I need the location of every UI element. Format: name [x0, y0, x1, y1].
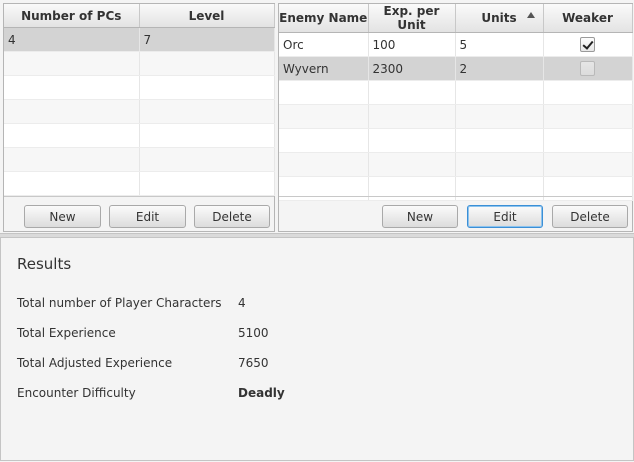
column-header-exp-per-unit[interactable]: Exp. per Unit [368, 4, 456, 33]
results-panel: Results Total number of Player Character… [0, 238, 634, 461]
tables-area: Number of PCs Level 4 7 New Edit Delete [0, 0, 634, 232]
empty-row [279, 128, 633, 153]
result-value: 4 [238, 296, 246, 310]
enemy-edit-button[interactable]: Edit [467, 205, 543, 228]
pcs-cell[interactable]: 4 [4, 27, 140, 52]
enemy-delete-button[interactable]: Delete [552, 205, 628, 228]
result-label: Total number of Player Characters [17, 296, 222, 310]
column-header-number-of-pcs[interactable]: Number of PCs [4, 4, 140, 28]
units-cell[interactable]: 2 [455, 56, 544, 81]
empty-row [279, 80, 633, 105]
result-label: Encounter Difficulty [17, 386, 136, 400]
weaker-checkbox[interactable] [580, 61, 595, 76]
column-header-enemy-name[interactable]: Enemy Name [279, 4, 369, 33]
empty-row [4, 99, 275, 124]
encounter-difficulty-value: Deadly [238, 386, 285, 400]
table-row[interactable]: Wyvern 2300 2 [279, 56, 633, 81]
weaker-checkbox[interactable] [580, 37, 595, 52]
weaker-cell [543, 32, 633, 57]
table-row[interactable]: 4 7 [4, 27, 275, 52]
pcs-new-button[interactable]: New [24, 205, 101, 228]
enemies-button-bar: New Edit Delete [279, 196, 632, 232]
result-value: 7650 [238, 356, 269, 370]
column-header-units-label: Units [481, 11, 517, 25]
enemy-name-cell[interactable]: Orc [279, 32, 369, 57]
column-header-level[interactable]: Level [139, 4, 275, 28]
empty-row [4, 123, 275, 148]
empty-row [4, 147, 275, 172]
level-cell[interactable]: 7 [139, 27, 275, 52]
empty-row [4, 51, 275, 76]
result-value: 5100 [238, 326, 269, 340]
pcs-edit-button[interactable]: Edit [109, 205, 186, 228]
pcs-pane: Number of PCs Level 4 7 New Edit Delete [3, 3, 275, 232]
column-header-weaker[interactable]: Weaker [543, 4, 633, 33]
units-cell[interactable]: 5 [455, 32, 544, 57]
empty-row [4, 75, 275, 100]
result-label: Total Experience [17, 326, 116, 340]
pcs-delete-button[interactable]: Delete [194, 205, 270, 228]
weaker-cell [543, 56, 633, 81]
column-header-units[interactable]: Units [455, 4, 544, 33]
result-label: Total Adjusted Experience [17, 356, 173, 370]
exp-cell[interactable]: 100 [368, 32, 456, 57]
enemies-pane: Enemy Name Exp. per Unit Units Weaker Or… [278, 3, 633, 232]
sort-ascending-icon [526, 12, 535, 18]
empty-row [4, 171, 275, 196]
empty-row [279, 104, 633, 129]
empty-row [279, 152, 633, 177]
results-title: Results [17, 255, 72, 273]
enemy-name-cell[interactable]: Wyvern [279, 56, 369, 81]
exp-cell[interactable]: 2300 [368, 56, 456, 81]
pcs-button-bar: New Edit Delete [4, 196, 274, 232]
pcs-table[interactable]: Number of PCs Level 4 7 [4, 4, 275, 196]
enemy-new-button[interactable]: New [382, 205, 458, 228]
table-row[interactable]: Orc 100 5 [279, 32, 633, 57]
enemies-table[interactable]: Enemy Name Exp. per Unit Units Weaker Or… [279, 4, 633, 201]
